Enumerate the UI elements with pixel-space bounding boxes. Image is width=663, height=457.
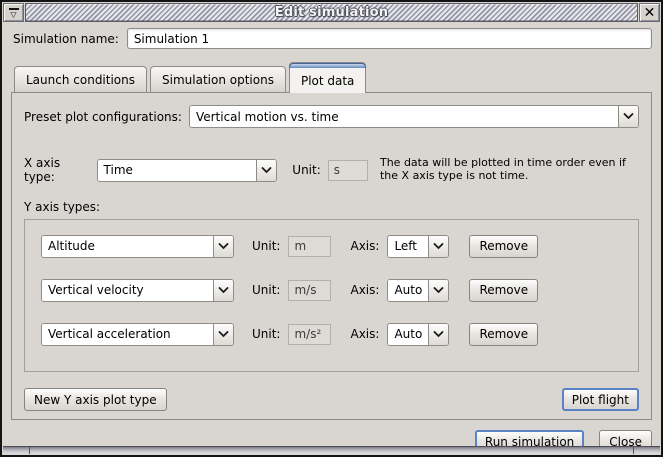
tab-label: Plot data [301,74,354,88]
edit-simulation-dialog: ▽ Edit simulation ✕ Simulation name: Lau… [0,0,663,457]
plot-data-panel: Preset plot configurations: Vertical mot… [11,92,652,420]
unit-label: Unit: [252,327,280,341]
y-axis-selected-value: Vertical velocity [42,280,213,301]
window-menu-button[interactable]: ▽ [3,3,24,22]
axis-selected-value: Auto [388,280,428,301]
y-axis-row-vertical-acceleration: Vertical acceleration Unit: m/s² Axis: A… [41,323,638,345]
unit-field: m/s [288,280,331,301]
axis-select[interactable]: Left [387,235,449,258]
y-axis-types-panel: Altitude Unit: m Axis: Left Remov [24,219,639,372]
axis-label: Axis: [350,283,379,297]
chevron-down-icon [213,236,233,257]
axis-selected-value: Auto [388,324,428,345]
chevron-down-icon [256,160,276,181]
preset-configurations-label: Preset plot configurations: [24,110,182,124]
selected-tab-highlight [289,63,366,68]
dialog-content: Simulation name: Launch conditions Simul… [5,22,658,446]
y-axis-row-altitude: Altitude Unit: m Axis: Left Remov [41,235,638,257]
tab-label: Simulation options [162,73,274,87]
close-window-button[interactable]: ✕ [639,3,660,22]
unit-label: Unit: [252,239,280,253]
preset-row: Preset plot configurations: Vertical mot… [24,105,639,128]
remove-button[interactable]: Remove [469,279,538,302]
tab-label: Launch conditions [26,73,135,87]
tab-simulation-options[interactable]: Simulation options [150,66,286,92]
chevron-down-icon [213,280,233,301]
preset-selected-value: Vertical motion vs. time [190,106,618,127]
y-axis-row-vertical-velocity: Vertical velocity Unit: m/s Axis: Auto [41,279,638,301]
x-unit-label: Unit: [292,163,320,177]
titlebar: ▽ Edit simulation ✕ [3,3,660,22]
x-unit-field: s [328,160,368,181]
y-axis-selected-value: Altitude [42,236,213,257]
tab-plot-data[interactable]: Plot data [289,62,366,93]
chevron-down-icon [428,236,448,257]
simulation-name-label: Simulation name: [13,32,119,46]
simulation-name-input[interactable] [127,28,652,49]
window-resize-frame[interactable] [3,446,660,454]
chevron-down-icon [428,324,448,345]
x-axis-type-label: X axis type: [24,156,91,184]
x-axis-type-select[interactable]: Time [97,159,278,182]
chevron-down-icon [428,280,448,301]
y-axis-type-select[interactable]: Vertical velocity [41,279,234,302]
unit-label: Unit: [252,283,280,297]
time-order-note: The data will be plotted in time order e… [380,156,639,182]
titlebar-stripes: Edit simulation [25,3,638,22]
axis-select[interactable]: Auto [387,279,449,302]
y-axis-selected-value: Vertical acceleration [42,324,213,345]
x-axis-controls: X axis type: Time Unit: s [24,156,368,184]
x-axis-row: X axis type: Time Unit: s The data will … [24,156,639,184]
new-y-axis-plot-type-button[interactable]: New Y axis plot type [24,388,167,411]
axis-label: Axis: [350,327,379,341]
simulation-name-row: Simulation name: [11,28,652,49]
remove-button[interactable]: Remove [469,323,538,346]
y-axis-type-select[interactable]: Vertical acceleration [41,323,234,346]
panel-bottom-row: New Y axis plot type Plot flight [24,388,639,411]
tab-launch-conditions[interactable]: Launch conditions [14,66,147,92]
y-axis-types-label: Y axis types: [24,200,639,214]
tab-bar: Launch conditions Simulation options Plo… [14,61,658,92]
chevron-down-icon [213,324,233,345]
axis-selected-value: Left [388,236,428,257]
close-icon: ✕ [644,6,656,20]
window-menu-icon: ▽ [9,8,19,18]
remove-button[interactable]: Remove [469,235,538,258]
axis-label: Axis: [350,239,379,253]
unit-field: m [288,236,331,257]
chevron-down-icon [618,106,638,127]
plot-flight-button[interactable]: Plot flight [562,388,639,411]
x-axis-selected-value: Time [98,160,257,181]
preset-configurations-select[interactable]: Vertical motion vs. time [189,105,639,128]
window-title: Edit simulation [275,5,388,20]
y-axis-type-select[interactable]: Altitude [41,235,234,258]
axis-select[interactable]: Auto [387,323,449,346]
unit-field: m/s² [288,324,331,345]
